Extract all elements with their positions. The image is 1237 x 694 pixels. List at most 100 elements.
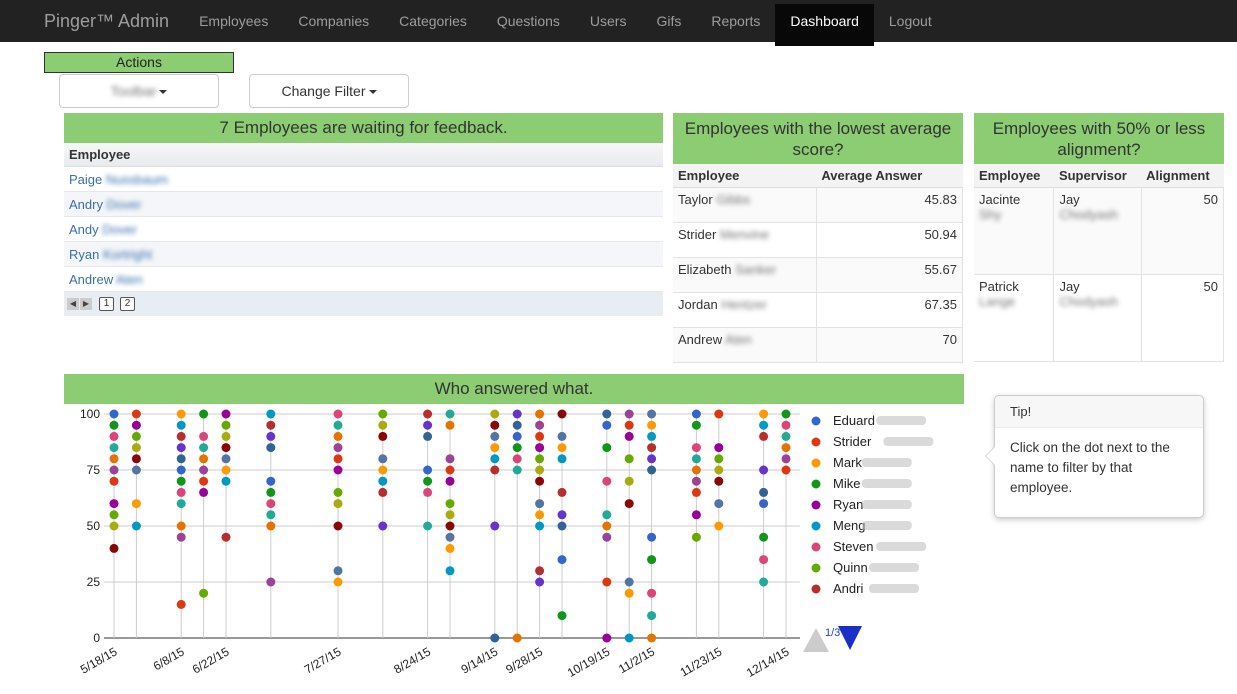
answer-dot[interactable] [445, 566, 455, 576]
answer-dot[interactable] [781, 420, 791, 430]
answer-dot[interactable] [691, 420, 701, 430]
answer-dot[interactable] [221, 476, 231, 486]
answer-dot[interactable] [512, 443, 522, 453]
answer-dot[interactable] [131, 443, 141, 453]
answer-dot[interactable] [109, 454, 119, 464]
answer-dot[interactable] [691, 532, 701, 542]
answer-dot[interactable] [131, 499, 141, 509]
answer-dot[interactable] [714, 499, 724, 509]
answer-dot[interactable] [199, 431, 209, 441]
answer-dot[interactable] [109, 420, 119, 430]
answer-dot[interactable] [691, 443, 701, 453]
brand-logo[interactable]: Pinger™ Admin [0, 4, 184, 38]
answer-dot[interactable] [266, 510, 276, 520]
answer-dot[interactable] [602, 532, 612, 542]
answer-dot[interactable] [109, 510, 119, 520]
answer-dot[interactable] [445, 532, 455, 542]
answer-dot[interactable] [266, 577, 276, 587]
answer-dot[interactable] [647, 454, 657, 464]
answer-dot[interactable] [647, 465, 657, 475]
answer-dot[interactable] [378, 476, 388, 486]
answer-dot[interactable] [221, 532, 231, 542]
employee-link[interactable]: Ryan Kortright [64, 241, 663, 267]
answer-dot[interactable] [557, 510, 567, 520]
answer-dot[interactable] [624, 577, 634, 587]
legend-next-icon[interactable] [838, 626, 862, 650]
legend-label[interactable]: Meng [833, 518, 866, 533]
answer-dot[interactable] [131, 420, 141, 430]
answer-dot[interactable] [759, 420, 769, 430]
answer-dot[interactable] [512, 465, 522, 475]
legend-dot[interactable] [811, 500, 821, 510]
answer-dot[interactable] [176, 420, 186, 430]
answer-dot[interactable] [535, 510, 545, 520]
answer-dot[interactable] [781, 431, 791, 441]
answer-dot[interactable] [176, 499, 186, 509]
answer-dot[interactable] [199, 465, 209, 475]
answer-dot[interactable] [557, 454, 567, 464]
answer-dot[interactable] [512, 633, 522, 643]
answer-dot[interactable] [423, 476, 433, 486]
answer-dot[interactable] [691, 454, 701, 464]
employee-last-name[interactable]: Dover [102, 222, 137, 237]
answer-dot[interactable] [176, 409, 186, 419]
company-dropdown-button[interactable]: Toolbar [59, 74, 219, 108]
pager-prev-icon[interactable]: ◀ [67, 298, 79, 310]
answer-dot[interactable] [512, 431, 522, 441]
answer-dot[interactable] [759, 487, 769, 497]
answer-dot[interactable] [221, 465, 231, 475]
pager-page-1[interactable]: 1 [99, 297, 114, 311]
answer-dot[interactable] [557, 555, 567, 565]
answer-dot[interactable] [109, 521, 119, 531]
answer-dot[interactable] [221, 454, 231, 464]
answer-dot[interactable] [131, 521, 141, 531]
answer-dot[interactable] [624, 454, 634, 464]
employee-first-name[interactable]: Andrew [69, 272, 113, 287]
answer-dot[interactable] [378, 409, 388, 419]
answer-dot[interactable] [759, 431, 769, 441]
answer-dot[interactable] [557, 409, 567, 419]
answer-dot[interactable] [423, 409, 433, 419]
answer-dot[interactable] [490, 521, 500, 531]
answer-dot[interactable] [602, 521, 612, 531]
answer-dot[interactable] [131, 454, 141, 464]
legend-label[interactable]: Eduard [833, 413, 875, 428]
employee-last-name[interactable]: Dover [107, 197, 142, 212]
answer-dot[interactable] [266, 409, 276, 419]
answer-dot[interactable] [535, 577, 545, 587]
answer-dot[interactable] [199, 454, 209, 464]
legend-dot[interactable] [811, 563, 821, 573]
legend-label[interactable]: Andri [833, 581, 863, 596]
answer-dot[interactable] [647, 588, 657, 598]
employee-link[interactable]: Paige Nussbaum [64, 166, 663, 192]
pager-next-icon[interactable]: ▶ [80, 298, 92, 310]
answer-dot[interactable] [535, 566, 545, 576]
answer-dot[interactable] [109, 476, 119, 486]
answer-dot[interactable] [176, 465, 186, 475]
answer-dot[interactable] [535, 499, 545, 509]
answer-dot[interactable] [647, 409, 657, 419]
answer-dot[interactable] [176, 521, 186, 531]
employee-link[interactable]: Andy Dover [64, 216, 663, 242]
answer-dot[interactable] [624, 499, 634, 509]
answer-dot[interactable] [490, 409, 500, 419]
table-row[interactable]: Andrew Aten [64, 266, 663, 292]
answer-dot[interactable] [557, 443, 567, 453]
answer-dot[interactable] [221, 409, 231, 419]
nav-item-gifs[interactable]: Gifs [641, 4, 696, 38]
answer-dot[interactable] [445, 465, 455, 475]
answer-dot[interactable] [624, 409, 634, 419]
answer-dot[interactable] [109, 543, 119, 553]
answer-dot[interactable] [266, 420, 276, 430]
employee-last-name[interactable]: Nussbaum [106, 172, 168, 187]
answer-dot[interactable] [535, 443, 545, 453]
answer-dot[interactable] [691, 510, 701, 520]
answer-dot[interactable] [759, 499, 769, 509]
nav-item-reports[interactable]: Reports [696, 4, 775, 38]
legend-dot[interactable] [811, 437, 821, 447]
answer-dot[interactable] [221, 431, 231, 441]
pager-page-2[interactable]: 2 [120, 297, 135, 311]
answer-dot[interactable] [266, 521, 276, 531]
answer-dot[interactable] [199, 409, 209, 419]
answer-dot[interactable] [759, 577, 769, 587]
